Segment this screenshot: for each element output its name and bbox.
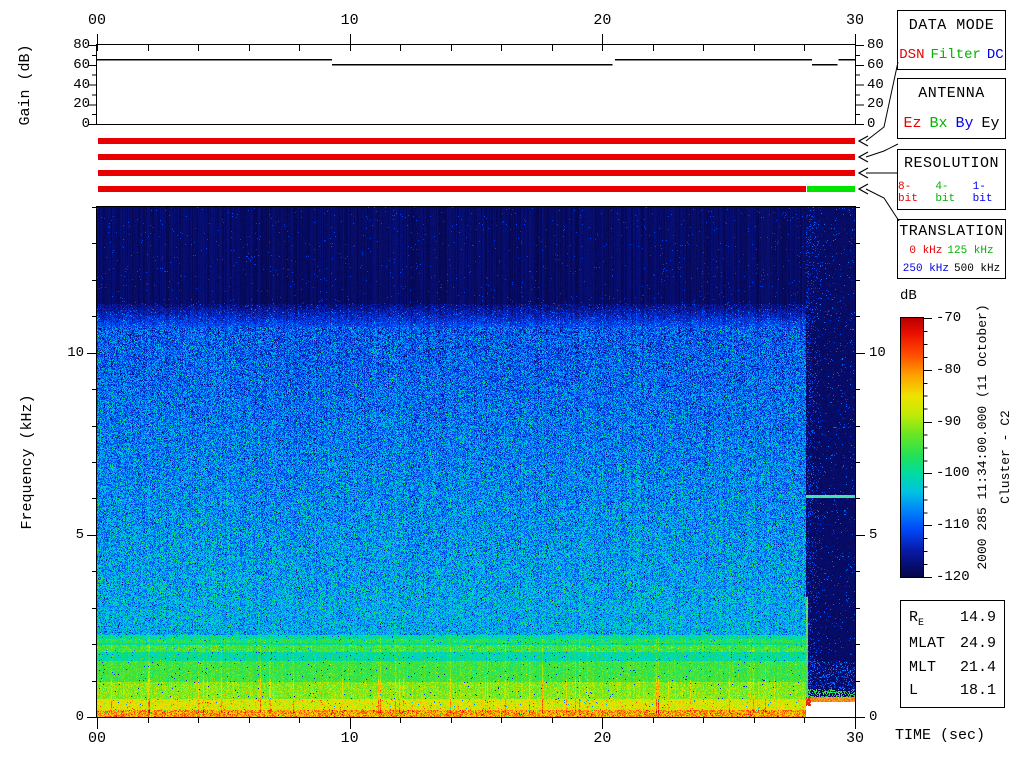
- legend-item-by: By: [956, 115, 974, 132]
- info-row-mlt: MLT 21.4: [909, 659, 996, 676]
- status-bar-translation: [98, 186, 806, 192]
- gain-ytick-label-right: 20: [867, 97, 884, 112]
- top-time-tick-label: 30: [837, 13, 873, 29]
- datetime-annotation: 2000 285 11:34:00.000 (11 October): [976, 302, 990, 572]
- info-row-l: L 18.1: [909, 682, 996, 699]
- freq-ytick-label: 5: [58, 528, 84, 543]
- status-bar-translation: [807, 186, 855, 192]
- info-value-mlat: 24.9: [960, 635, 996, 652]
- legend-row: DSN Filter DC: [899, 47, 1003, 63]
- legend-title-antenna: ANTENNA: [918, 85, 985, 102]
- info-row-re: RE 14.9: [909, 609, 996, 629]
- spacecraft-annotation: Cluster - C2: [999, 407, 1013, 507]
- bottom-time-tick-label: 20: [584, 731, 620, 747]
- top-time-tick-label: 10: [332, 13, 368, 29]
- gain-ytick-label: 60: [60, 58, 90, 73]
- legend-item-250-khz: 250 kHz: [903, 263, 949, 275]
- gain-axis-label: Gain (dB): [18, 40, 34, 130]
- frequency-axis-label: Frequency (kHz): [20, 387, 36, 537]
- legend-item-500-khz: 500 kHz: [954, 263, 1000, 275]
- gain-ytick-label: 0: [60, 117, 90, 132]
- gain-ytick-label-right: 40: [867, 78, 884, 93]
- wbd-spectrogram-display: Gain (dB) Frequency (kHz) dB 2000 285 11…: [0, 0, 1024, 768]
- freq-ytick-label-right: 10: [869, 346, 886, 361]
- status-bar-resolution: [98, 170, 855, 176]
- freq-ytick-label-right: 0: [869, 710, 877, 725]
- status-bar-data-mode: [98, 138, 855, 144]
- legend-title-resolution: RESOLUTION: [904, 155, 999, 172]
- bottom-time-tick-label: 10: [332, 731, 368, 747]
- legend-item-4-bit: 4-bit: [935, 181, 967, 205]
- spectrogram-canvas: [97, 207, 855, 717]
- colorbar-tick-label: -120: [936, 570, 970, 585]
- legend-item-ez: Ez: [903, 115, 921, 132]
- legend-item-ey: Ey: [982, 115, 1000, 132]
- colorbar-tick-label: -110: [936, 518, 970, 533]
- gain-ytick-label-right: 60: [867, 58, 884, 73]
- legend-title-translation: TRANSLATION: [899, 223, 1004, 240]
- legend-item-dsn: DSN: [899, 47, 924, 63]
- legend-item-8-bit: 8-bit: [898, 181, 930, 205]
- legend-row: Ez Bx By Ey: [903, 115, 999, 132]
- top-time-tick-label: 00: [79, 13, 115, 29]
- gain-ytick-label-right: 80: [867, 38, 884, 53]
- legend-row: 0 kHz 125 kHz: [909, 245, 993, 257]
- legend-box-translation: TRANSLATION 0 kHz 125 kHz 250 kHz 500 kHz: [897, 219, 1006, 279]
- gain-ytick-label: 20: [60, 97, 90, 112]
- colorbar-tick-label: -70: [936, 311, 961, 326]
- bottom-time-tick-label: 30: [837, 731, 873, 747]
- status-bar-antenna: [98, 154, 855, 160]
- colorbar-tick-label: -80: [936, 363, 961, 378]
- legend-item-filter: Filter: [930, 47, 980, 63]
- legend-item-125-khz: 125 kHz: [947, 245, 993, 257]
- legend-box-resolution: RESOLUTION 8-bit4-bit1-bit: [897, 149, 1006, 210]
- gain-ytick-label: 40: [60, 78, 90, 93]
- legend-item-0-khz: 0 kHz: [909, 245, 942, 257]
- ephemeris-info-box: RE 14.9 MLAT 24.9 MLT 21.4 L 18.1: [900, 600, 1005, 708]
- info-value-mlt: 21.4: [960, 659, 996, 676]
- legend-box-antenna: ANTENNA Ez Bx By Ey: [897, 78, 1006, 139]
- top-time-tick-label: 20: [584, 13, 620, 29]
- colorbar-unit-label: dB: [900, 289, 917, 304]
- colorbar-tick-label: -100: [936, 466, 970, 481]
- info-label-mlat: MLAT: [909, 635, 945, 652]
- colorbar-tick-label: -90: [936, 415, 961, 430]
- legend-title-data-mode: DATA MODE: [909, 17, 995, 34]
- legend-item-bx: Bx: [929, 115, 947, 132]
- info-label-re: RE: [909, 609, 924, 629]
- gain-ytick-label: 80: [60, 38, 90, 53]
- freq-ytick-label-right: 5: [869, 528, 877, 543]
- info-value-re: 14.9: [960, 609, 996, 629]
- info-label-l: L: [909, 682, 918, 699]
- legend-row: 8-bit4-bit1-bit: [898, 181, 1005, 205]
- legend-box-data-mode: DATA MODE DSN Filter DC: [897, 10, 1006, 70]
- legend-row: 250 kHz 500 kHz: [903, 263, 1000, 275]
- time-axis-label: TIME (sec): [895, 728, 985, 743]
- gain-ytick-label-right: 0: [867, 117, 875, 132]
- info-row-mlat: MLAT 24.9: [909, 635, 996, 652]
- colorbar: [901, 318, 923, 577]
- freq-ytick-label: 10: [58, 346, 84, 361]
- legend-item-dc: DC: [987, 47, 1004, 63]
- info-label-mlt: MLT: [909, 659, 936, 676]
- freq-ytick-label: 0: [58, 710, 84, 725]
- legend-item-1-bit: 1-bit: [973, 181, 1005, 205]
- bottom-time-tick-label: 00: [79, 731, 115, 747]
- info-value-l: 18.1: [960, 682, 996, 699]
